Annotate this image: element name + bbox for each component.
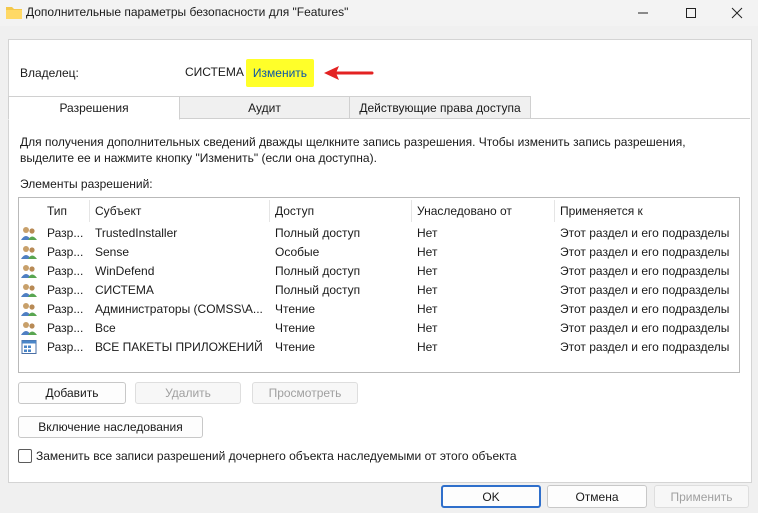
minimize-button[interactable] xyxy=(620,0,666,26)
replace-permissions-label[interactable]: Заменить все записи разрешений дочернего… xyxy=(36,449,517,463)
permission-entries-label: Элементы разрешений: xyxy=(20,177,153,191)
row-icon xyxy=(21,242,41,261)
cell-access: Полный доступ xyxy=(275,282,361,297)
cell-type: Разр... xyxy=(47,282,84,297)
cell-subject: ВСЕ ПАКЕТЫ ПРИЛОЖЕНИЙ xyxy=(95,339,263,354)
cell-subject: СИСТЕМА xyxy=(95,282,154,297)
header-type[interactable]: Тип xyxy=(41,198,89,224)
tab-permissions[interactable]: Разрешения xyxy=(8,96,180,120)
cell-access: Полный доступ xyxy=(275,225,361,240)
cell-inherited-from: Нет xyxy=(417,282,438,297)
table-row[interactable]: Разр... TrustedInstaller Полный доступ Н… xyxy=(19,223,739,242)
close-icon xyxy=(731,7,743,19)
cell-applies-to: Этот раздел и его подразделы xyxy=(560,244,730,259)
cell-inherited-from: Нет xyxy=(417,263,438,278)
owner-label: Владелец: xyxy=(20,66,79,80)
close-button[interactable] xyxy=(714,0,758,26)
apply-button[interactable]: Применить xyxy=(654,485,749,508)
cell-inherited-from: Нет xyxy=(417,244,438,259)
cell-type: Разр... xyxy=(47,301,84,316)
view-button[interactable]: Просмотреть xyxy=(252,382,358,404)
minimize-icon xyxy=(638,12,648,14)
row-icon xyxy=(21,261,41,280)
permission-entries-list[interactable]: Тип Субъект Доступ Унаследовано от Приме… xyxy=(18,197,740,373)
cell-inherited-from: Нет xyxy=(417,301,438,316)
users-icon xyxy=(21,283,37,297)
cell-type: Разр... xyxy=(47,244,84,259)
enable-inheritance-button[interactable]: Включение наследования xyxy=(18,416,203,438)
cell-access: Чтение xyxy=(275,320,316,335)
users-icon xyxy=(21,321,37,335)
replace-permissions-row: Заменить все записи разрешений дочернего… xyxy=(18,449,517,463)
cell-type: Разр... xyxy=(47,320,84,335)
cell-subject: WinDefend xyxy=(95,263,155,278)
table-row[interactable]: Разр... WinDefend Полный доступ Нет Этот… xyxy=(19,261,739,280)
cell-subject: Все xyxy=(95,320,116,335)
tab-audit[interactable]: Аудит xyxy=(178,96,351,119)
row-icon xyxy=(21,280,41,299)
add-button[interactable]: Добавить xyxy=(18,382,126,404)
cell-applies-to: Этот раздел и его подразделы xyxy=(560,282,730,297)
cell-subject: Sense xyxy=(95,244,130,259)
tab-effective-access[interactable]: Действующие права доступа xyxy=(349,96,531,119)
cell-access: Чтение xyxy=(275,301,316,316)
table-row[interactable]: Разр... Администраторы (COMSS\А... Чтени… xyxy=(19,299,739,318)
window-title: Дополнительные параметры безопасности дл… xyxy=(26,5,349,19)
cell-applies-to: Этот раздел и его подразделы xyxy=(560,301,730,316)
cell-access: Особые xyxy=(275,244,320,259)
row-icon xyxy=(21,299,41,318)
header-subject[interactable]: Субъект xyxy=(89,198,269,224)
change-owner-link[interactable]: Изменить xyxy=(246,59,314,87)
cell-type: Разр... xyxy=(47,225,84,240)
owner-value: СИСТЕМА xyxy=(185,65,244,79)
ok-button[interactable]: OK xyxy=(441,485,541,508)
row-icon xyxy=(21,223,41,242)
app-packages-icon xyxy=(21,339,37,354)
cell-inherited-from: Нет xyxy=(417,339,438,354)
table-row[interactable]: Разр... Sense Особые Нет Этот раздел и е… xyxy=(19,242,739,261)
cell-subject: Администраторы (COMSS\А... xyxy=(95,301,263,316)
cancel-button[interactable]: Отмена xyxy=(547,485,647,508)
maximize-icon xyxy=(686,8,696,18)
cell-inherited-from: Нет xyxy=(417,320,438,335)
title-bar: Дополнительные параметры безопасности дл… xyxy=(0,0,758,26)
header-applies-to[interactable]: Применяется к xyxy=(554,198,739,224)
row-icon xyxy=(21,337,41,356)
cell-type: Разр... xyxy=(47,263,84,278)
users-icon xyxy=(21,226,37,240)
red-arrow-icon xyxy=(324,66,374,80)
cell-applies-to: Этот раздел и его подразделы xyxy=(560,339,730,354)
cell-applies-to: Этот раздел и его подразделы xyxy=(560,225,730,240)
cell-access: Чтение xyxy=(275,339,316,354)
table-row[interactable]: Разр... Все Чтение Нет Этот раздел и его… xyxy=(19,318,739,337)
row-icon xyxy=(21,318,41,337)
table-row[interactable]: Разр... СИСТЕМА Полный доступ Нет Этот р… xyxy=(19,280,739,299)
remove-button[interactable]: Удалить xyxy=(135,382,241,404)
info-text: Для получения дополнительных сведений дв… xyxy=(20,135,686,165)
header-access[interactable]: Доступ xyxy=(269,198,411,224)
users-icon xyxy=(21,264,37,278)
folder-icon xyxy=(6,7,22,19)
cell-access: Полный доступ xyxy=(275,263,361,278)
cell-applies-to: Этот раздел и его подразделы xyxy=(560,263,730,278)
header-inherited-from[interactable]: Унаследовано от xyxy=(411,198,553,224)
table-row[interactable]: Разр... ВСЕ ПАКЕТЫ ПРИЛОЖЕНИЙ Чтение Нет… xyxy=(19,337,739,356)
cell-inherited-from: Нет xyxy=(417,225,438,240)
users-icon xyxy=(21,302,37,316)
cell-applies-to: Этот раздел и его подразделы xyxy=(560,320,730,335)
cell-subject: TrustedInstaller xyxy=(95,225,178,240)
maximize-button[interactable] xyxy=(668,0,714,26)
cell-type: Разр... xyxy=(47,339,84,354)
users-icon xyxy=(21,245,37,259)
replace-permissions-checkbox[interactable] xyxy=(18,449,32,463)
list-header: Тип Субъект Доступ Унаследовано от Приме… xyxy=(19,198,739,224)
